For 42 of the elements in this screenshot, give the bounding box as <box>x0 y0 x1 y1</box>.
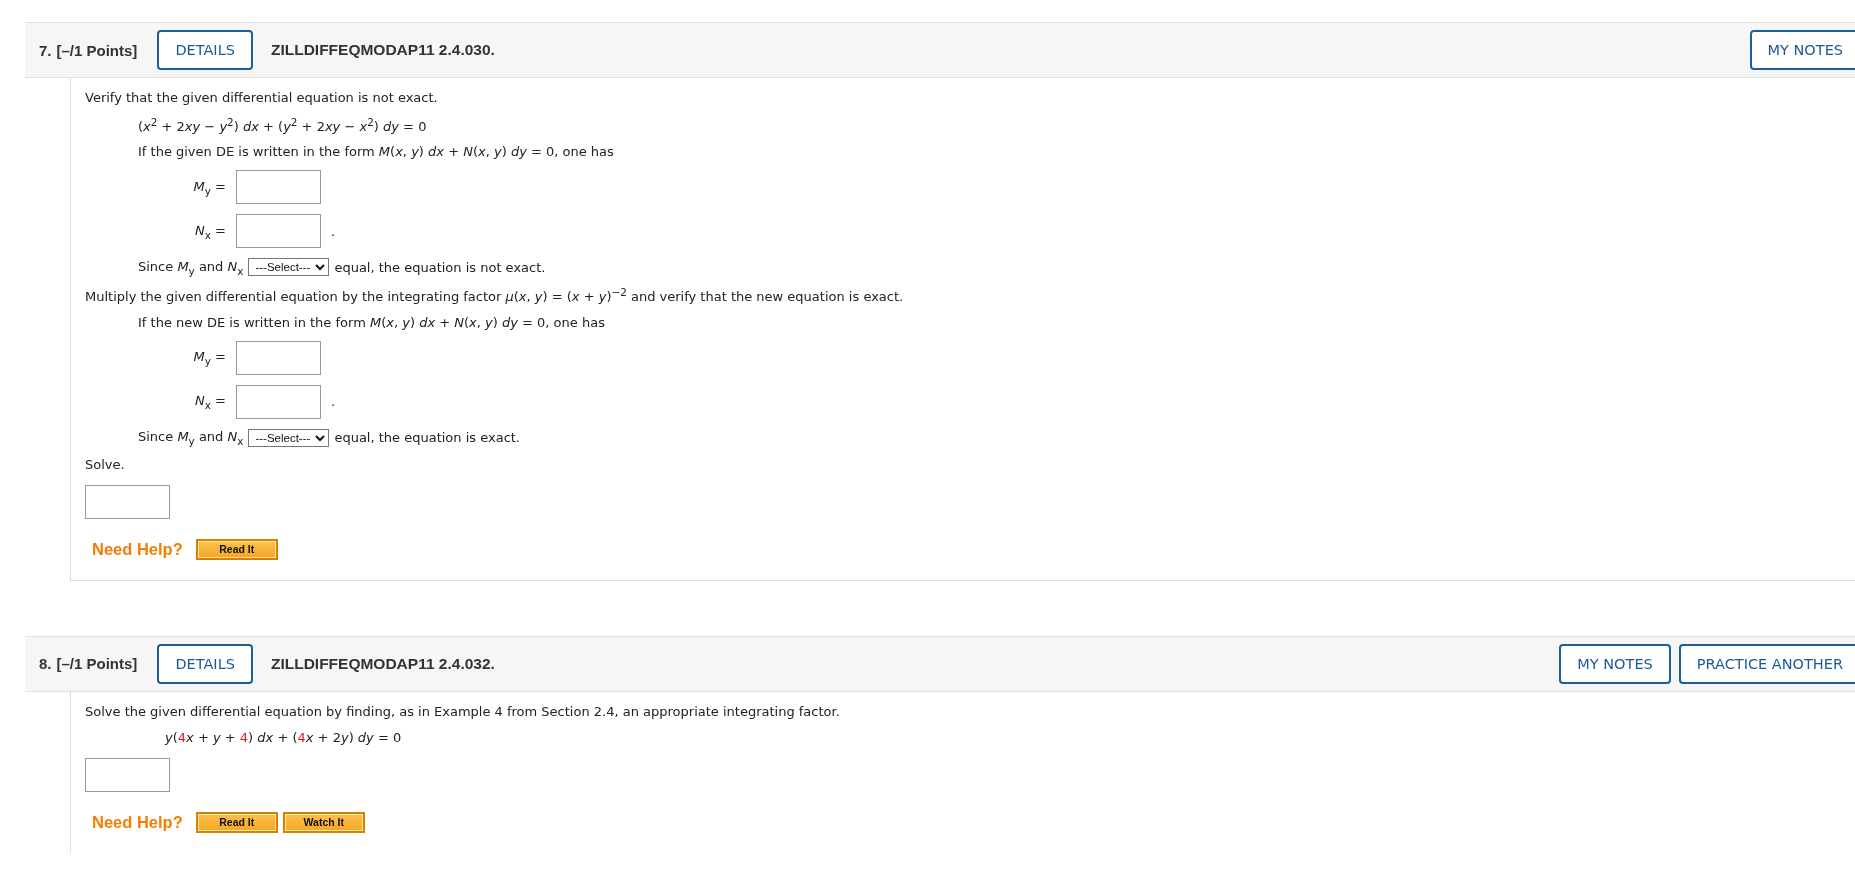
header-button[interactable]: MY NOTES <box>1749 30 1855 70</box>
details-button[interactable]: DETAILS <box>157 643 253 684</box>
question-text: If the new DE is written in the form M(x, y) dx + N(x, y) dy = 0, one has <box>138 314 606 331</box>
variable-label: N$_{x}$ = <box>194 392 226 411</box>
problem-code: ZILLDIFFEQMODAP11 2.4.030. <box>270 41 495 59</box>
need-help-label: Need Help? <box>92 539 183 559</box>
question-text: Verify that the given differential equation is not exact. <box>85 90 439 106</box>
select-dropdown[interactable]: ---Select--- <box>248 258 330 277</box>
help-button[interactable]: Read It <box>195 811 278 833</box>
equation: (x$^{2}$ + 2xy − y$^{2}$) dx + (y$^{2}$ + 2xy − x$^{2}$) dy = 0 <box>138 116 428 135</box>
question-text: Since M$_{y}$ and N$_{x}$ <box>138 258 244 277</box>
period-mark: . <box>331 223 336 239</box>
question-text: Solve the given differential equation by finding, as in Example 4 from Section 2.4, an appropriate integrating factor. <box>85 703 841 720</box>
answer-field[interactable] <box>236 384 321 419</box>
question-text: Solve. <box>85 456 126 473</box>
header-button[interactable]: MY NOTES <box>1559 643 1671 684</box>
question-text: Since M$_{y}$ and N$_{x}$ <box>138 428 244 447</box>
question-number: 7. <box>39 41 52 59</box>
header-button[interactable]: PRACTICE ANOTHER <box>1678 643 1855 684</box>
variable-label: N$_{x}$ = <box>194 222 226 241</box>
points-label: [–/1 Points] <box>56 655 138 673</box>
help-button[interactable]: Read It <box>195 538 278 560</box>
answer-field[interactable] <box>85 484 170 519</box>
question-text: If the given DE is written in the form M(x, y) dx + N(x, y) dy = 0, one has <box>138 144 615 161</box>
answer-field[interactable] <box>236 170 321 205</box>
variable-label: M$_{y}$ = <box>192 348 226 367</box>
help-button[interactable]: Watch It <box>282 811 365 833</box>
problem-code: ZILLDIFFEQMODAP11 2.4.032. <box>270 654 495 673</box>
answer-field[interactable] <box>236 214 321 249</box>
points-label: [–/1 Points] <box>56 41 138 59</box>
variable-label: M$_{y}$ = <box>192 178 226 197</box>
period-mark: . <box>331 394 336 410</box>
details-button[interactable]: DETAILS <box>157 30 253 70</box>
answer-field[interactable] <box>85 757 170 792</box>
need-help-label: Need Help? <box>92 812 183 832</box>
question-text: equal, the equation is exact. <box>334 430 520 446</box>
question-text: Multiply the given differential equation by the integrating factor μ(x, y) = (x + y)$^{−2}$ and verify that the new equation is exact. <box>85 286 905 305</box>
question-text: equal, the equation is not exact. <box>334 259 546 275</box>
question-number: 8. <box>39 655 52 673</box>
answer-field[interactable] <box>236 340 321 375</box>
equation: y(4x + y + 4) dx + (4x + 2y) dy = 0 <box>165 729 403 746</box>
select-dropdown[interactable]: ---Select--- <box>248 428 330 447</box>
